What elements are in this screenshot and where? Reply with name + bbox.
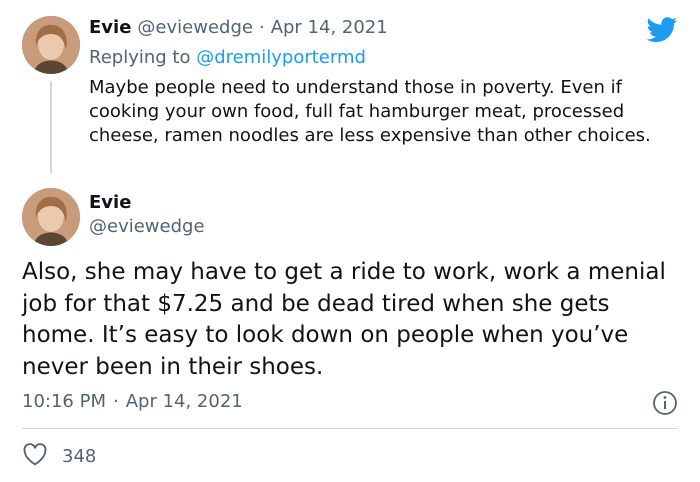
timestamp-separator: · <box>112 391 119 412</box>
replying-to-handle-link[interactable]: @dremilyportermd <box>196 47 366 68</box>
tweet-timestamp: 10:16 PM · Apr 14, 2021 <box>22 391 243 412</box>
main-author-name[interactable]: Evie <box>89 192 131 213</box>
reply-author-avatar[interactable] <box>22 16 80 74</box>
main-author-avatar[interactable] <box>22 188 80 246</box>
tweet-time[interactable]: 10:16 PM <box>22 391 106 412</box>
replying-to-line: Replying to @dremilyportermd <box>89 47 366 68</box>
tweet-date[interactable]: Apr 14, 2021 <box>126 391 243 412</box>
reply-header: Evie @eviewedge · Apr 14, 2021 <box>89 17 388 43</box>
thread-connector-line <box>50 81 52 173</box>
like-action[interactable]: 348 <box>22 442 96 470</box>
like-count: 348 <box>62 445 97 467</box>
heart-icon[interactable] <box>22 442 48 470</box>
info-icon[interactable] <box>652 390 678 420</box>
header-separator: · <box>258 17 265 38</box>
reply-author-name[interactable]: Evie <box>89 17 131 38</box>
reply-date[interactable]: Apr 14, 2021 <box>271 17 388 38</box>
divider <box>22 428 678 429</box>
twitter-bird-icon[interactable] <box>646 17 678 47</box>
main-author-handle[interactable]: @eviewedge <box>89 216 205 237</box>
reply-author-handle[interactable]: @eviewedge <box>137 17 253 38</box>
replying-to-label: Replying to <box>89 47 191 68</box>
main-tweet-text: Also, she may have to get a ride to work… <box>22 259 666 380</box>
reply-tweet-text: Maybe people need to understand those in… <box>89 77 651 146</box>
